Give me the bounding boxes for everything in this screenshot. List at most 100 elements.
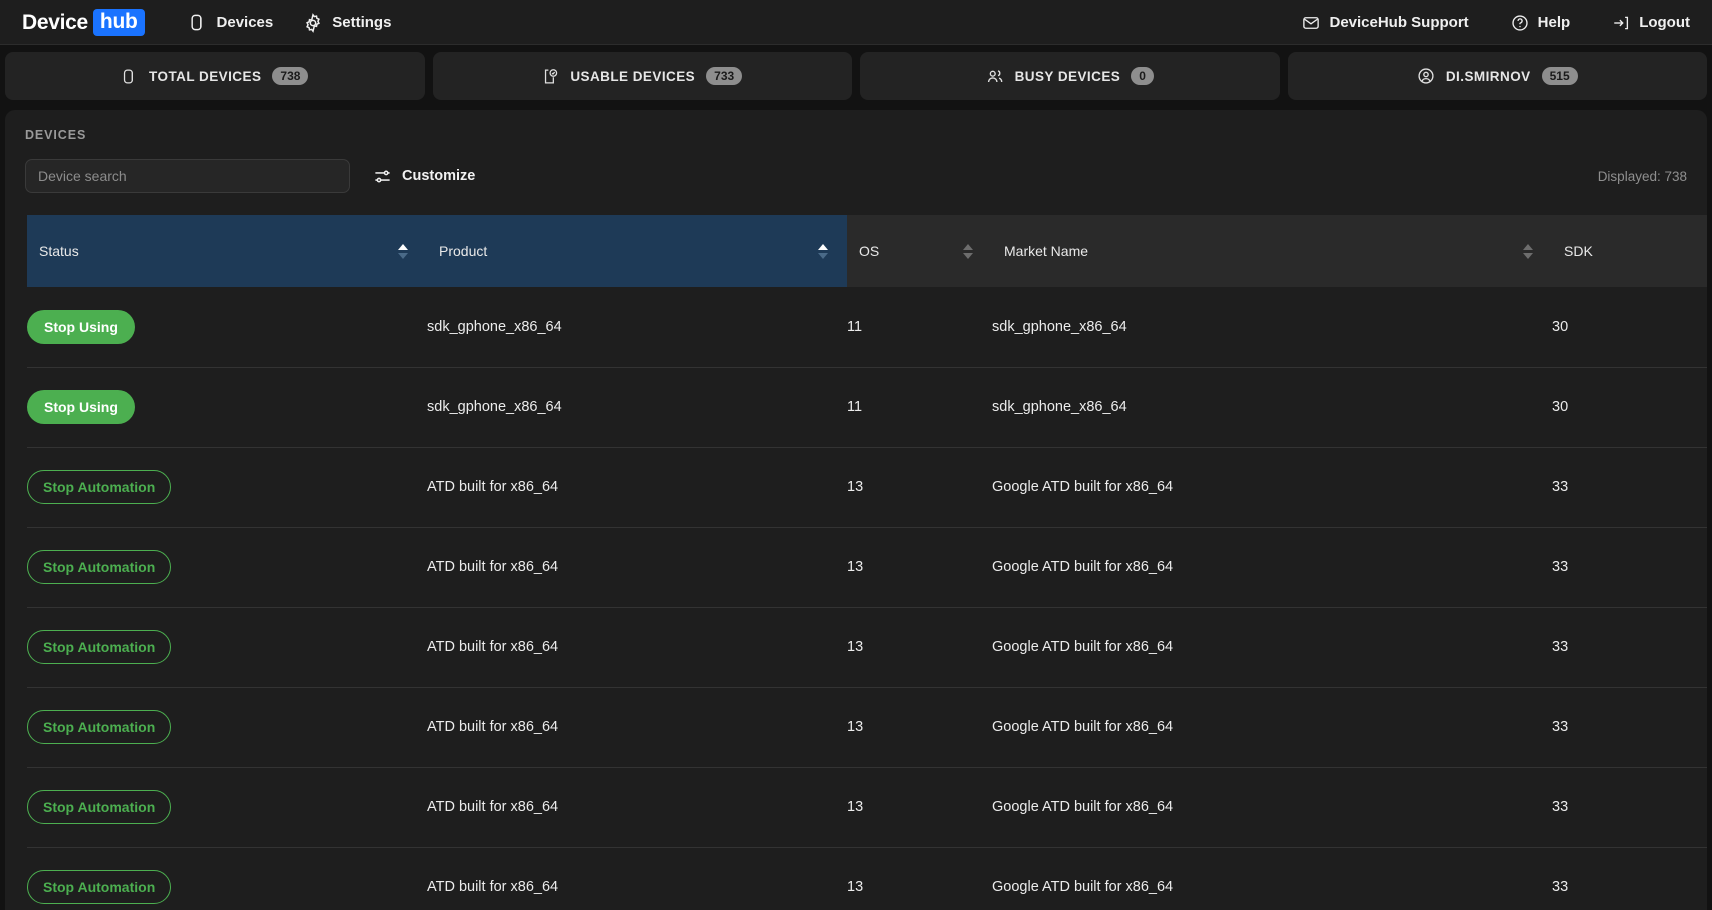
stop-automation-button[interactable]: Stop Automation [27,470,172,504]
cell-os: 13 [847,447,992,528]
stat-tab-total-devices-count: 738 [272,67,309,85]
cell-sdk: 33 [1552,607,1707,688]
stop-automation-button[interactable]: Stop Automation [27,790,172,824]
sliders-icon [373,167,392,186]
stat-tab-busy-devices-count: 0 [1131,67,1154,85]
cell-market-name: Google ATD built for x86_64 [992,447,1552,528]
logout-icon [1612,14,1630,32]
cell-market-name: Google ATD built for x86_64 [992,607,1552,688]
cell-sdk: 33 [1552,687,1707,768]
devices-table-wrapper: Status Product OS Market Name SDK Stop U… [5,215,1707,910]
nav-item-devices-label: Devices [216,14,274,31]
cell-status: Stop Automation [27,527,427,608]
stop-automation-button[interactable]: Stop Automation [27,550,172,584]
mail-icon [1302,14,1320,32]
nav-item-logout[interactable]: Logout [1612,14,1690,32]
cell-sdk: 33 [1552,527,1707,608]
table-row[interactable]: Stop Automation ATD built for x86_64 13 Goo… [27,527,1707,608]
column-header-os[interactable]: OS [847,215,992,287]
column-header-status[interactable]: Status [27,215,427,287]
search-input[interactable] [25,159,350,193]
table-row[interactable]: Stop Using sdk_gphone_x86_64 11 sdk_gphone_… [27,287,1707,368]
cell-os: 11 [847,367,992,448]
stat-tab-user[interactable]: DI.SMIRNOV 515 [1287,52,1707,100]
chevron-up-icon [818,243,828,250]
stat-tab-total-devices[interactable]: TOTAL DEVICES 738 [5,52,425,100]
column-header-os-label: OS [859,243,880,259]
top-navigation-right-group: DeviceHub Support Help Logout [1260,14,1690,32]
column-header-product[interactable]: Product [427,215,847,287]
displayed-count: Displayed: 738 [1597,168,1687,184]
cell-product: ATD built for x86_64 [427,447,847,528]
table-row[interactable]: Stop Automation ATD built for x86_64 13 Goo… [27,767,1707,848]
stat-tab-usable-devices[interactable]: USABLE DEVICES 733 [432,52,852,100]
stop-automation-button[interactable]: Stop Automation [27,870,172,904]
cell-os: 13 [847,607,992,688]
nav-item-support[interactable]: DeviceHub Support [1302,14,1469,32]
devices-panel: DEVICES Customize Displayed: 738 [5,110,1707,910]
stat-tab-busy-devices[interactable]: BUSY DEVICES 0 [860,52,1280,100]
stat-tab-user-count: 515 [1541,67,1578,85]
stat-tab-user-label: DI.SMIRNOV [1445,68,1531,84]
sort-toggle-product[interactable] [815,243,831,259]
table-row[interactable]: Stop Automation ATD built for x86_64 13 Goo… [27,447,1707,528]
cell-product: sdk_gphone_x86_64 [427,367,847,448]
column-header-status-label: Status [39,243,79,259]
cell-market-name: sdk_gphone_x86_64 [992,367,1552,448]
chevron-down-icon [963,252,973,259]
devices-table: Status Product OS Market Name SDK Stop U… [27,215,1707,910]
sort-toggle-os[interactable] [960,243,976,259]
column-header-sdk-label: SDK [1564,243,1593,259]
chevron-up-icon [398,243,408,250]
cell-status: Stop Using [27,367,427,448]
stat-tab-busy-devices-label: BUSY DEVICES [1014,68,1121,84]
cell-market-name: Google ATD built for x86_64 [992,847,1552,910]
table-row[interactable]: Stop Automation ATD built for x86_64 13 Goo… [27,687,1707,768]
nav-item-settings-label: Settings [332,14,392,31]
cell-os: 13 [847,687,992,768]
user-circle-icon [1417,67,1435,85]
cell-sdk: 33 [1552,767,1707,848]
chevron-down-icon [398,252,408,259]
customize-button[interactable]: Customize [373,167,475,186]
nav-item-devices[interactable]: Devices [189,13,274,32]
chevron-down-icon [1523,252,1533,259]
sort-toggle-status[interactable] [395,243,411,259]
stat-tab-total-devices-label: TOTAL DEVICES [149,68,262,84]
device-icon [189,13,208,32]
stat-tab-usable-devices-count: 733 [706,67,743,85]
cell-product: ATD built for x86_64 [427,847,847,910]
cell-status: Stop Automation [27,607,427,688]
stop-automation-button[interactable]: Stop Automation [27,710,172,744]
cell-product: sdk_gphone_x86_64 [427,287,847,368]
logo-text-primary: Device [22,10,88,34]
cell-status: Stop Automation [27,687,427,768]
sort-toggle-market-name[interactable] [1520,243,1536,259]
stats-tab-row: TOTAL DEVICES 738 USABLE DEVICES 733 BUS… [0,45,1712,107]
column-header-sdk[interactable]: SDK [1552,215,1707,287]
table-row[interactable]: Stop Automation ATD built for x86_64 13 Goo… [27,607,1707,688]
nav-item-help-label: Help [1537,14,1571,31]
nav-item-help[interactable]: Help [1511,14,1571,32]
table-row[interactable]: Stop Using sdk_gphone_x86_64 11 sdk_gphone_… [27,367,1707,448]
cell-sdk: 30 [1552,287,1707,368]
stat-tab-usable-devices-label: USABLE DEVICES [570,68,696,84]
stop-using-button[interactable]: Stop Using [27,390,135,424]
nav-item-settings[interactable]: Settings [303,12,392,33]
top-navigation-bar: Device hub Devices Settings DeviceHub Su… [0,0,1712,45]
stop-automation-button[interactable]: Stop Automation [27,630,172,664]
logo-text-accent: hub [92,9,145,36]
question-circle-icon [1511,14,1529,32]
column-header-market-name[interactable]: Market Name [992,215,1552,287]
table-row[interactable]: Stop Automation ATD built for x86_64 13 Goo… [27,847,1707,910]
cell-os: 13 [847,527,992,608]
devices-toolbar: Customize Displayed: 738 [5,159,1707,193]
cell-status: Stop Using [27,287,427,368]
column-header-product-label: Product [439,243,488,259]
cell-market-name: Google ATD built for x86_64 [992,767,1552,848]
cell-product: ATD built for x86_64 [427,687,847,768]
cell-sdk: 33 [1552,847,1707,910]
stop-using-button[interactable]: Stop Using [27,309,135,344]
app-logo[interactable]: Device hub [22,9,145,36]
devices-table-body: Stop Using sdk_gphone_x86_64 11 sdk_gphone_… [27,287,1707,910]
